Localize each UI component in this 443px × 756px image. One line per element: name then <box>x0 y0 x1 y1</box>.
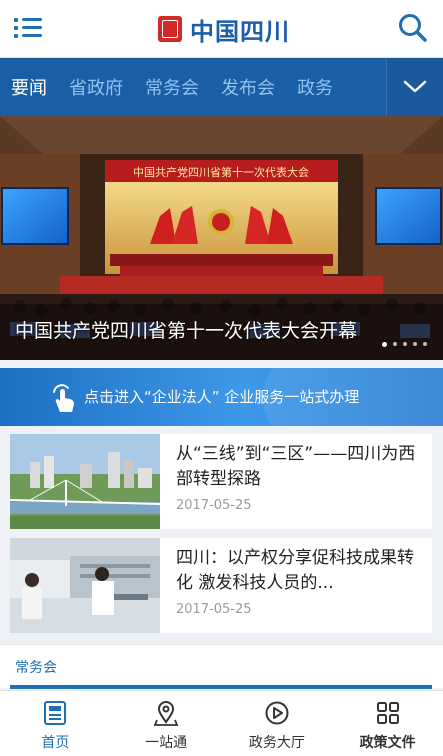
news-item[interactable]: 从“三线”到“三区”——四川为西部转型探路 2017-05-25 <box>10 434 432 529</box>
bottom-tab-policy-documents[interactable]: 政策文件 <box>332 691 443 756</box>
home-doc-icon <box>44 701 67 725</box>
news-date: 2017-05-25 <box>176 498 252 513</box>
category-tabs: 要闻 省政府 常务会 发布会 政务 <box>0 58 443 116</box>
news-date: 2017-05-25 <box>176 602 252 617</box>
enterprise-service-banner[interactable]: 点击进入“企业法人” 企业服务一站式办理 <box>0 368 443 426</box>
chevron-down-icon[interactable] <box>386 58 443 116</box>
grid-icon <box>376 702 399 724</box>
tab-yaowen[interactable]: 要闻 <box>0 74 58 100</box>
hero-caption[interactable]: 中国共产党四川省第十一次代表大会开幕 <box>15 316 357 343</box>
search-icon[interactable] <box>397 12 429 44</box>
bottom-tab-home[interactable]: 首页 <box>0 691 111 756</box>
bottom-tab-label: 一站通 <box>145 735 188 751</box>
app-header: 中国四川 <box>0 0 443 58</box>
slide-indicator <box>382 342 427 347</box>
location-pin-icon <box>153 701 179 726</box>
play-circle-icon <box>265 701 289 725</box>
bottom-tab-one-stop[interactable]: 一站通 <box>111 691 222 756</box>
slide-dot-active[interactable] <box>382 342 387 347</box>
bottom-navigation: 首页 一站通 政务大厅 政策文件 <box>0 690 443 756</box>
news-title: 四川：以产权分享促科技成果转化 激发科技人员的... <box>176 548 414 593</box>
app-logo: 中国四川 <box>158 14 290 46</box>
slide-dot[interactable] <box>393 342 397 346</box>
news-thumbnail <box>10 434 160 529</box>
menu-icon[interactable] <box>14 15 44 41</box>
seal-logo-icon <box>158 16 182 42</box>
tab-press-conference[interactable]: 发布会 <box>210 74 286 100</box>
hero-banner-text: 中国共产党四川省第十一次代表大会 <box>133 165 309 179</box>
section-label[interactable]: 常务会 <box>15 657 57 677</box>
news-item[interactable]: 四川：以产权分享促科技成果转化 激发科技人员的... 2017-05-25 <box>10 538 432 633</box>
tap-hand-icon <box>53 384 74 412</box>
slide-dot[interactable] <box>403 342 407 346</box>
news-title: 从“三线”到“三区”——四川为西部转型探路 <box>176 444 416 489</box>
news-thumbnail <box>10 538 160 633</box>
tab-executive-meeting[interactable]: 常务会 <box>134 74 210 100</box>
app-title: 中国四川 <box>190 16 290 46</box>
slide-dot[interactable] <box>423 342 427 346</box>
bottom-tab-label: 政务大厅 <box>248 735 305 751</box>
hero-slide[interactable]: 中国共产党四川省第十一次代表大会 中国共产党四川省第十一次代表大会开幕 <box>0 116 443 360</box>
slide-dot[interactable] <box>413 342 417 346</box>
bottom-tab-label: 政策文件 <box>359 735 416 751</box>
tab-provincial-government[interactable]: 省政府 <box>58 74 134 100</box>
banner-text: 点击进入“企业法人” 企业服务一站式办理 <box>84 388 360 406</box>
bottom-tab-label: 首页 <box>41 735 70 751</box>
bottom-tab-service-hall[interactable]: 政务大厅 <box>222 691 333 756</box>
section-executive-meeting: 常务会 <box>0 644 443 689</box>
section-divider <box>10 685 432 689</box>
tab-government-affairs[interactable]: 政务 <box>286 74 344 100</box>
